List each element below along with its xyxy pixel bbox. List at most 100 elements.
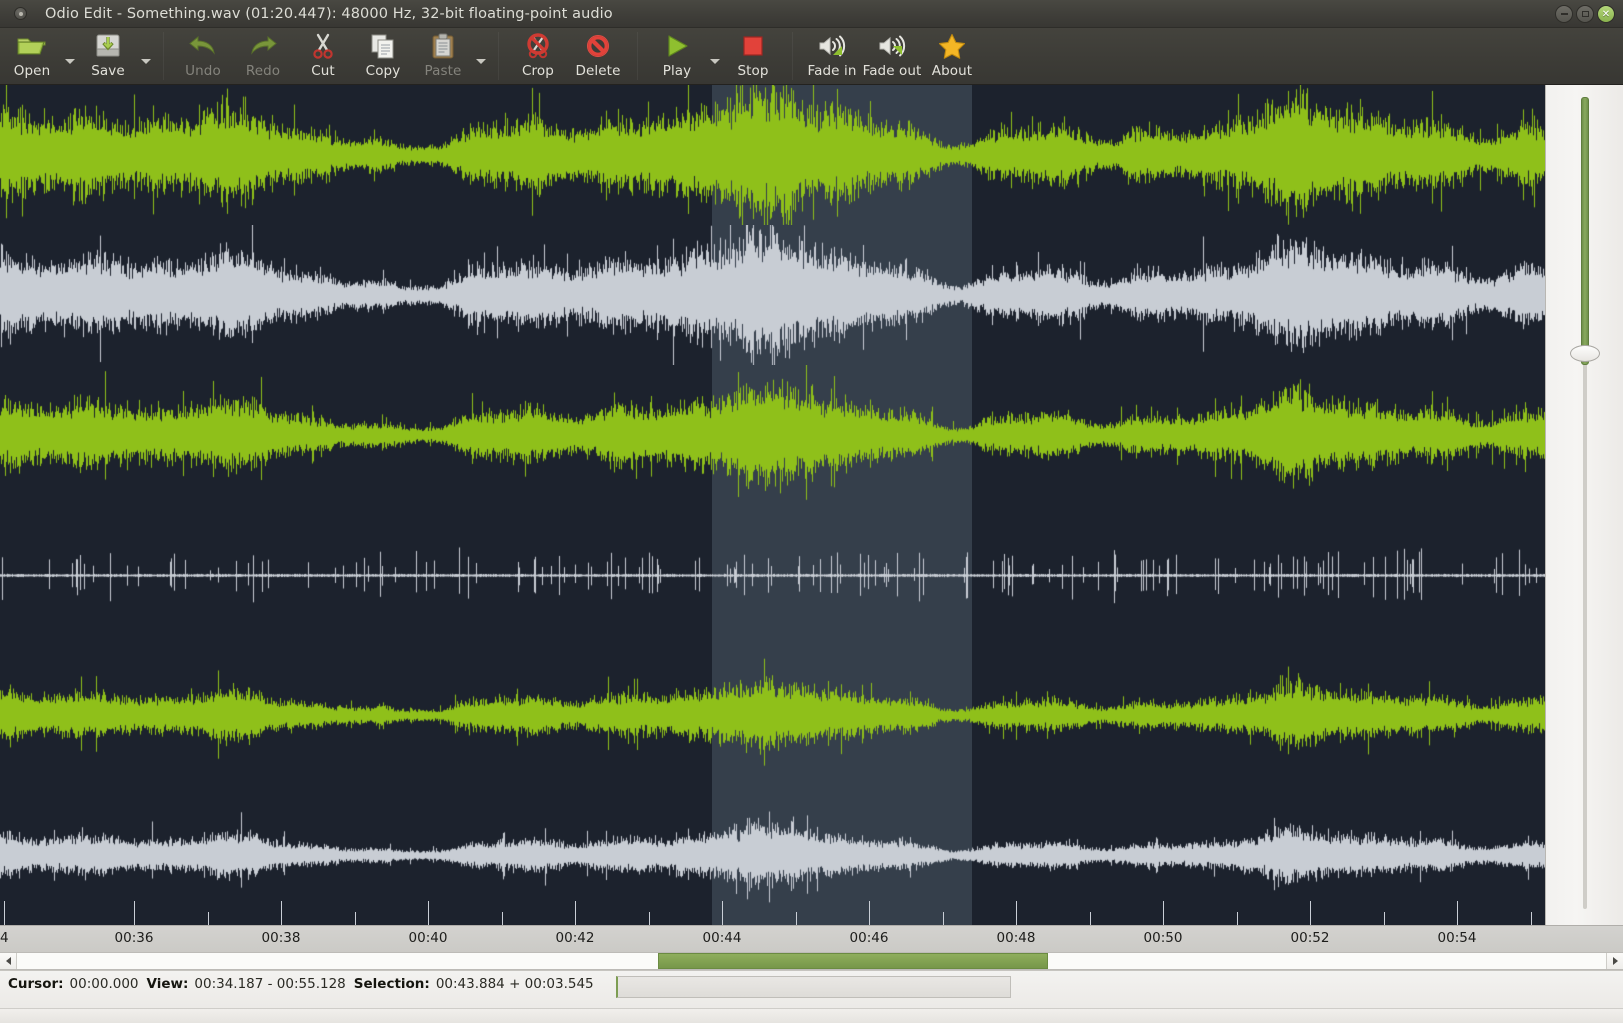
copy-pages-icon — [370, 32, 396, 60]
redo-button: Redo — [233, 28, 293, 84]
stop-square-icon — [740, 32, 766, 60]
main-toolbar: Open Save Undo Redo Cut Copy Paste Crop De… — [0, 28, 1623, 85]
minimize-button[interactable] — [1555, 5, 1573, 23]
open-button[interactable]: Open — [2, 28, 62, 84]
fade-out-label: Fade out — [862, 63, 922, 79]
scrollbar-thumb[interactable] — [658, 953, 1048, 969]
ruler-tick-minor — [208, 912, 209, 925]
horizontal-scrollbar[interactable] — [0, 952, 1623, 970]
minimize-icon — [1560, 13, 1568, 15]
chevron-right-icon — [1612, 957, 1618, 965]
ruler-tick-major — [869, 901, 870, 925]
status-bar-bottom-strip — [0, 1008, 1623, 1023]
undo-arrow-icon — [188, 32, 218, 60]
waveform-channel-4[interactable] — [0, 505, 1545, 645]
play-dropdown-button[interactable] — [707, 28, 723, 84]
cut-button[interactable]: Cut — [293, 28, 353, 84]
ruler-tick-major — [4, 901, 5, 925]
copy-button[interactable]: Copy — [353, 28, 413, 84]
ruler-tick-major — [428, 901, 429, 925]
open-dropdown-button[interactable] — [62, 28, 78, 84]
ruler-label: 00:42 — [555, 930, 595, 946]
crop-button[interactable]: Crop — [508, 28, 568, 84]
toolbar-separator — [163, 32, 164, 80]
paste-label: Paste — [424, 63, 462, 79]
vertical-slider-fill — [1581, 97, 1589, 365]
view-status: View: 00:34.187 - 00:55.128 — [147, 976, 346, 992]
redo-label: Redo — [245, 63, 281, 79]
chevron-down-icon — [141, 58, 151, 64]
window-menu-icon[interactable] — [14, 7, 27, 20]
window-title: Odio Edit - Something.wav (01:20.447): 4… — [45, 5, 613, 22]
ruler-tick-major — [1457, 901, 1458, 925]
play-button[interactable]: Play — [647, 28, 707, 84]
save-button[interactable]: Save — [78, 28, 138, 84]
save-label: Save — [91, 63, 125, 79]
ruler-tick-major — [722, 901, 723, 925]
ruler-label: 00:46 — [849, 930, 889, 946]
scroll-right-button[interactable] — [1606, 953, 1623, 969]
vertical-zoom-slider[interactable] — [1545, 85, 1623, 925]
cursor-value: 00:00.000 — [69, 976, 139, 992]
redo-arrow-icon — [248, 32, 278, 60]
waveform-channel-5[interactable] — [0, 645, 1545, 785]
fade-in-speaker-icon — [817, 32, 847, 60]
view-value: 00:34.187 - 00:55.128 — [194, 976, 346, 992]
undo-button: Undo — [173, 28, 233, 84]
close-icon: ✕ — [1601, 8, 1611, 20]
scroll-left-button[interactable] — [0, 953, 17, 969]
waveform-channel-6[interactable] — [0, 785, 1545, 925]
about-label: About — [931, 63, 973, 79]
ruler-tick-major — [1163, 901, 1164, 925]
paste-button: Paste — [413, 28, 473, 84]
cursor-label: Cursor: — [8, 976, 64, 992]
play-label: Play — [662, 63, 692, 79]
paste-dropdown-button[interactable] — [473, 28, 489, 84]
crop-label: Crop — [522, 63, 554, 79]
stop-button[interactable]: Stop — [723, 28, 783, 84]
ruler-label: 00:40 — [408, 930, 448, 946]
ruler-label: 00:54 — [1437, 930, 1477, 946]
ruler-tick-major — [281, 901, 282, 925]
fade-out-button[interactable]: Fade out — [862, 28, 922, 84]
chevron-left-icon — [5, 957, 11, 965]
selection-label: Selection: — [353, 976, 430, 992]
time-ruler[interactable]: 4 00:36 00:38 00:40 00:42 00:44 00:46 00:48 00:5… — [0, 925, 1623, 952]
title-bar: Odio Edit - Something.wav (01:20.447): 4… — [0, 0, 1623, 28]
waveform-channel-3[interactable] — [0, 365, 1545, 505]
maximize-button[interactable] — [1576, 5, 1594, 23]
selection-status: Selection: 00:43.884 + 00:03.545 — [354, 976, 594, 992]
maximize-icon — [1581, 11, 1589, 17]
waveform-channel-1[interactable] — [0, 85, 1545, 225]
ruler-tick-major — [1310, 901, 1311, 925]
toolbar-separator — [498, 32, 499, 80]
scrollbar-trough[interactable] — [17, 953, 1606, 969]
waveform-channel-2[interactable] — [0, 225, 1545, 365]
toolbar-separator — [792, 32, 793, 80]
ruler-label: 00:36 — [114, 930, 154, 946]
vertical-slider-handle[interactable] — [1570, 345, 1600, 362]
close-button[interactable]: ✕ — [1597, 5, 1615, 23]
folder-open-icon — [17, 32, 47, 60]
selection-value: 00:43.884 + 00:03.545 — [435, 976, 594, 992]
open-label: Open — [13, 63, 51, 79]
fade-in-button[interactable]: Fade in — [802, 28, 862, 84]
save-disk-icon — [94, 32, 122, 60]
stop-label: Stop — [737, 63, 769, 79]
play-triangle-icon — [664, 32, 690, 60]
about-button[interactable]: About — [922, 28, 982, 84]
ruler-label: 00:52 — [1290, 930, 1330, 946]
ruler-label: 00:48 — [996, 930, 1036, 946]
cursor-status: Cursor: 00:00.000 — [8, 976, 139, 992]
ruler-label: 00:44 — [702, 930, 742, 946]
save-dropdown-button[interactable] — [138, 28, 154, 84]
ruler-tick-minor — [796, 912, 797, 925]
delete-button[interactable]: Delete — [568, 28, 628, 84]
ruler-tick-minor — [1531, 912, 1532, 925]
ruler-label: 00:38 — [261, 930, 301, 946]
scissors-icon — [311, 32, 335, 60]
waveform-canvas-area[interactable] — [0, 85, 1545, 925]
delete-label: Delete — [575, 63, 621, 79]
ruler-tick-minor — [1384, 912, 1385, 925]
ruler-label: 4 — [0, 930, 9, 946]
